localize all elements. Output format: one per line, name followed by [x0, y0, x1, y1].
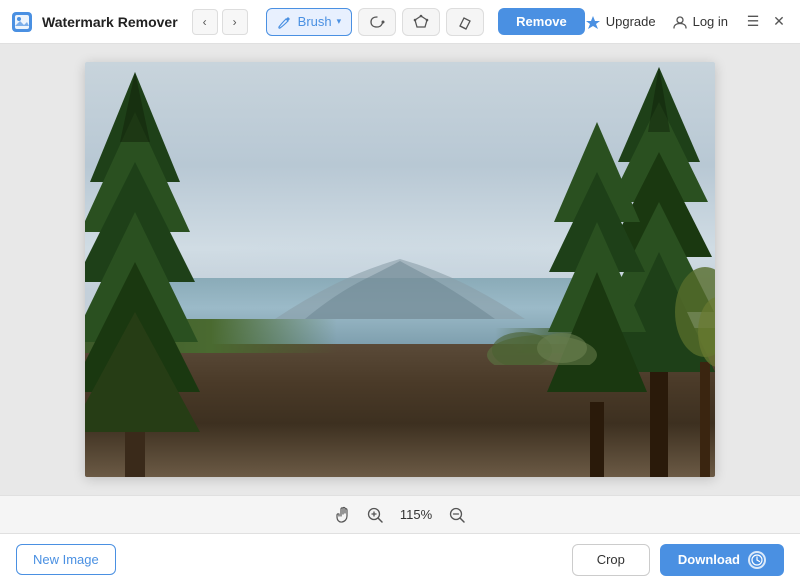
brush-label: Brush — [298, 14, 332, 29]
hand-tool-icon[interactable] — [333, 505, 353, 525]
login-button[interactable]: Log in — [672, 14, 728, 30]
login-label: Log in — [693, 14, 728, 29]
user-icon — [672, 14, 688, 30]
bottom-bar: New Image Crop Download — [0, 533, 800, 585]
clock-svg-icon — [751, 554, 763, 566]
zoom-in-icon[interactable] — [365, 505, 385, 525]
titlebar: Watermark Remover ‹ › Brush ▾ — [0, 0, 800, 44]
hand-icon — [334, 506, 352, 524]
bottom-right-actions: Crop Download — [572, 544, 784, 576]
titlebar-right: Upgrade Log in ☰ ✕ — [585, 13, 788, 31]
zoom-out-icon[interactable] — [447, 505, 467, 525]
app-logo-icon — [12, 12, 32, 32]
upgrade-label: Upgrade — [606, 14, 656, 29]
download-clock-icon — [748, 551, 766, 569]
foreground-shrubs — [482, 315, 602, 365]
tools-group: Brush ▾ — [266, 8, 485, 36]
nav-forward-button[interactable]: › — [222, 9, 248, 35]
download-button[interactable]: Download — [660, 544, 784, 576]
nav-back-button[interactable]: ‹ — [192, 9, 218, 35]
polygon-tool-button[interactable] — [402, 8, 440, 36]
titlebar-left: Watermark Remover ‹ › Brush ▾ — [12, 8, 585, 36]
upgrade-icon — [585, 14, 601, 30]
menu-button[interactable]: ☰ — [744, 13, 762, 31]
eraser-icon — [457, 14, 473, 30]
remove-button[interactable]: Remove — [498, 8, 585, 35]
app-title: Watermark Remover — [42, 14, 178, 30]
brush-dropdown-icon: ▾ — [337, 16, 342, 27]
main-canvas-area — [0, 44, 800, 495]
window-controls: ☰ ✕ — [744, 13, 788, 31]
download-label: Download — [678, 552, 740, 567]
eraser-tool-button[interactable] — [446, 8, 484, 36]
brush-icon — [277, 14, 293, 30]
upgrade-button[interactable]: Upgrade — [585, 14, 656, 30]
right-trees — [470, 62, 715, 477]
zoom-in-svg-icon — [366, 506, 384, 524]
polygon-icon — [413, 14, 429, 30]
new-image-button[interactable]: New Image — [16, 544, 116, 575]
image-canvas[interactable] — [85, 62, 715, 477]
zoom-level-display: 115% — [397, 507, 435, 522]
brush-tool-button[interactable]: Brush ▾ — [266, 8, 353, 36]
left-tree — [85, 62, 240, 477]
crop-button[interactable]: Crop — [572, 544, 650, 576]
lasso-tool-button[interactable] — [358, 8, 396, 36]
nav-buttons: ‹ › — [192, 9, 248, 35]
zoom-out-svg-icon — [448, 506, 466, 524]
lasso-icon — [369, 14, 385, 30]
close-button[interactable]: ✕ — [770, 13, 788, 31]
zoom-bar: 115% — [0, 495, 800, 533]
